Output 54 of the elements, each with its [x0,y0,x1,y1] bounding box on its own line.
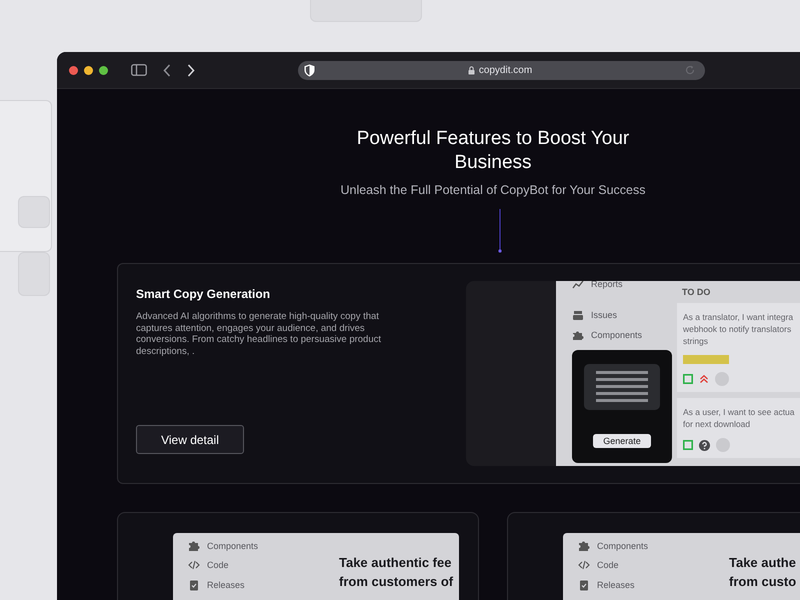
clipboard-icon [578,578,590,591]
stack-icon [572,310,584,320]
lock-icon [468,66,475,74]
nav-item[interactable]: Components [597,540,648,551]
headline-text: from custo [729,573,796,591]
puzzle-icon [572,330,584,340]
nav-item[interactable]: Issues [591,310,618,320]
story-icon [683,440,693,450]
task-text: strings [683,335,708,347]
headline-text: from customers of [339,573,454,591]
headline-text: Take authe [729,554,796,572]
shield-icon[interactable] [304,64,315,76]
nav-item[interactable]: Code [207,560,229,570]
task-card[interactable]: As a user, I want to see actua for next download [677,398,800,458]
section-title: Powerful Features to Boost Your Business [356,127,630,175]
help-icon [699,440,710,450]
close-button[interactable] [69,66,78,74]
back-icon[interactable] [163,64,171,76]
section-subtitle: Unleash the Full Potential of CopyBot for Your Success [340,183,646,197]
task-text: webhook to notify translators [683,323,792,335]
clipboard-icon [188,578,200,591]
avatar-icon [716,438,730,452]
generate-button[interactable]: Generate [593,434,651,448]
puzzle-icon [578,540,590,552]
minimize-button[interactable] [84,66,93,74]
sidebar-icon[interactable] [131,64,147,76]
story-icon [683,374,693,384]
url-text: copydit.com [478,64,532,76]
priority-icon [699,374,709,384]
task-text: As a user, I want to see actua [683,406,795,418]
nav-item[interactable]: Releases [207,580,245,590]
feature-title: Smart Copy Generation [136,287,270,301]
task-text: for next download [683,418,750,430]
nav-item[interactable]: Reports [591,281,623,289]
address-bar[interactable]: copydit.com [298,60,705,80]
connector-line [497,209,503,255]
code-icon [188,559,200,572]
headline-text: Take authentic fee [339,554,452,572]
nav-item[interactable]: Releases [597,580,635,590]
task-text: As a translator, I want integra [683,311,794,323]
nav-item[interactable]: Code [597,560,619,570]
forward-icon[interactable] [187,64,195,76]
zoom-button[interactable] [99,66,108,74]
nav-item[interactable]: Components [207,540,258,551]
puzzle-icon [188,540,200,552]
code-icon [578,559,590,572]
avatar-icon [715,372,729,386]
feature-description: Advanced AI algorithms to generate high-quality copy that captures attention, engages your audience, and drives conversions. From catchy headlines to persuasive product descriptions, . [136,311,382,357]
nav-item[interactable]: Components [591,330,642,340]
view-detail-button[interactable]: View detail [136,425,244,454]
task-card[interactable]: As a translator, I want integra webhook to notify translators strings [677,303,800,392]
column-title: TO DO [682,287,712,297]
chart-icon [572,281,584,290]
document-icon [584,364,660,410]
